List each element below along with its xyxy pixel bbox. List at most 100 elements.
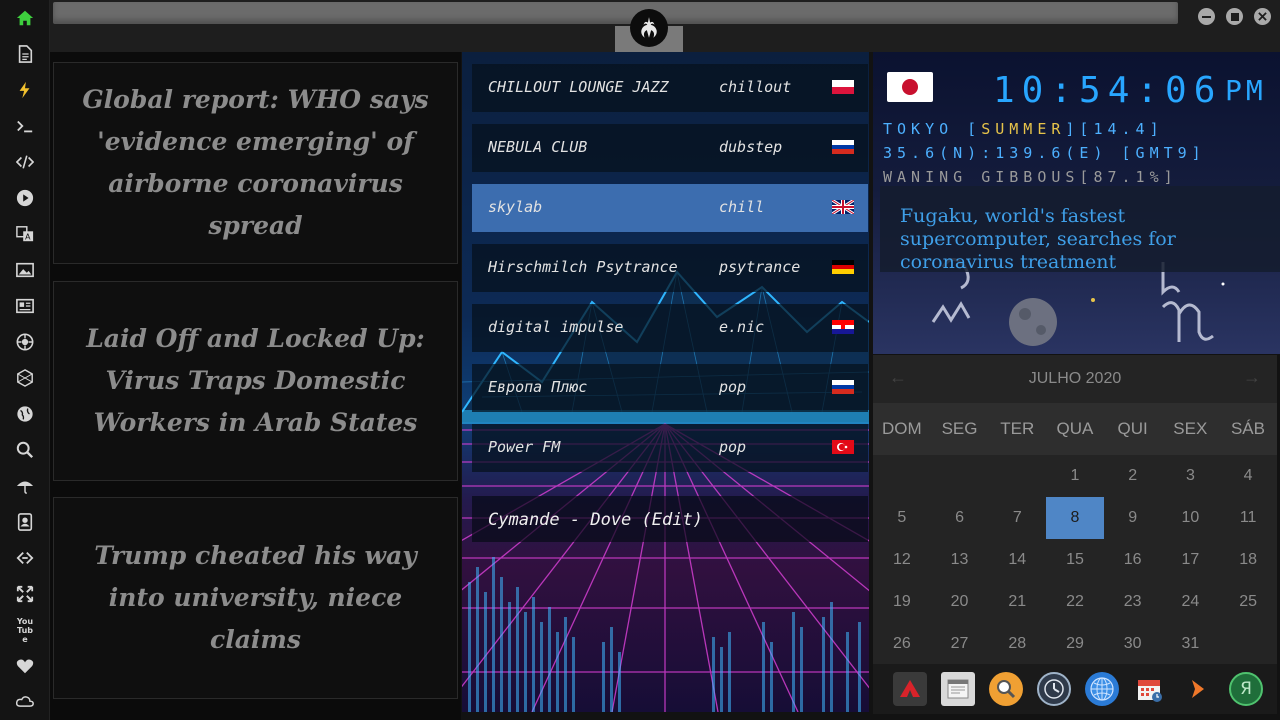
calendar-day-today[interactable]: 8 (1046, 497, 1104, 539)
arrow-app-icon[interactable] (1181, 672, 1215, 706)
calendar-day[interactable]: 11 (1219, 497, 1277, 539)
youtube-icon-label: You Tube (16, 616, 34, 644)
calendar-day[interactable]: 9 (1104, 497, 1162, 539)
globe-app-icon[interactable] (1085, 672, 1119, 706)
calendar-day[interactable]: 4 (1219, 455, 1277, 497)
calendar-day[interactable]: 7 (988, 497, 1046, 539)
weekday-label: SEG (941, 419, 978, 438)
headline-text: Fugaku, world's fastest supercomputer, s… (900, 205, 1176, 273)
cloud-icon[interactable] (13, 690, 37, 714)
station-name: skylab (488, 198, 543, 216)
calendar-day[interactable]: 18 (1219, 539, 1277, 581)
umbrella-icon[interactable] (13, 474, 37, 498)
calendar-day[interactable]: 3 (1162, 455, 1220, 497)
station-row[interactable]: Европа Плюс pop (472, 364, 868, 412)
calendar-day[interactable]: 30 (1104, 623, 1162, 665)
calendar-day[interactable]: 5 (873, 497, 931, 539)
globe-icon[interactable] (13, 402, 37, 426)
station-genre: chill (719, 198, 765, 216)
calendar-day[interactable]: 16 (1104, 539, 1162, 581)
flag-germany-icon (832, 260, 854, 274)
image-icon[interactable] (13, 258, 37, 282)
yandex-icon[interactable]: Я (1229, 672, 1263, 706)
calendar-day[interactable]: 27 (931, 623, 989, 665)
moon-phase-line: WANING GIBBOUS[87.1%] (883, 168, 1178, 186)
location-suffix: ][14.4] (1065, 120, 1164, 138)
station-row-selected[interactable]: skylab chill (472, 184, 868, 232)
home-icon[interactable] (13, 6, 37, 30)
station-row[interactable]: Power FM pop (472, 424, 868, 472)
svg-text:A: A (25, 231, 31, 241)
clock-app-icon[interactable] (1037, 672, 1071, 706)
location-line: TOKYO [SUMMER][14.4] (883, 120, 1164, 138)
station-genre: pop (719, 378, 747, 396)
heart-icon[interactable] (13, 654, 37, 678)
calendar-day[interactable]: 14 (988, 539, 1046, 581)
weekday-label: QUI (1117, 419, 1148, 438)
calendar-day[interactable]: 26 (873, 623, 931, 665)
calendar-day[interactable]: 1 (1046, 455, 1104, 497)
station-genre: dubstep (719, 138, 783, 156)
calendar-day[interactable]: 29 (1046, 623, 1104, 665)
desktop: A You Tube Global report: WHO says 'evid… (0, 0, 1280, 720)
station-name: Power FM (488, 438, 561, 456)
play-icon[interactable] (13, 186, 37, 210)
yandex-letter: Я (1240, 679, 1252, 699)
news-card[interactable]: Global report: WHO says 'evidence emergi… (53, 62, 458, 264)
calendar-day[interactable]: 28 (988, 623, 1046, 665)
flag-uk-icon (832, 200, 854, 214)
search-app-icon[interactable] (989, 672, 1023, 706)
close-button[interactable] (1254, 8, 1271, 25)
rebel-alliance-logo (630, 9, 668, 47)
youtube-icon[interactable]: You Tube (13, 616, 37, 644)
news-card[interactable]: Trump cheated his way into university, n… (53, 497, 458, 699)
app-dock: Я (873, 664, 1277, 714)
calendar-day[interactable]: 20 (931, 581, 989, 623)
next-month-button[interactable]: → (1243, 367, 1261, 388)
calendar-app-icon[interactable] (1133, 672, 1167, 706)
aperture-icon[interactable] (13, 330, 37, 354)
calendar-day[interactable]: 25 (1219, 581, 1277, 623)
calendar-day[interactable]: 17 (1162, 539, 1220, 581)
calendar-day[interactable]: 13 (931, 539, 989, 581)
terminal-icon[interactable] (13, 114, 37, 138)
station-row[interactable]: NEBULA CLUB dubstep (472, 124, 868, 172)
prev-month-button[interactable]: ← (889, 367, 907, 388)
calendar-day[interactable]: 6 (931, 497, 989, 539)
icon-sidebar: A You Tube (0, 0, 50, 720)
station-row[interactable]: digital impulse e.nic (472, 304, 868, 352)
address-bar[interactable] (53, 2, 1178, 24)
calendar-day[interactable]: 12 (873, 539, 931, 581)
search-icon[interactable] (13, 438, 37, 462)
clock-time: 10:54:06 (993, 70, 1223, 111)
translate-icon[interactable]: A (13, 222, 37, 246)
expand-icon[interactable] (13, 582, 37, 606)
hexagon-icon[interactable] (13, 366, 37, 390)
calendar-day[interactable]: 10 (1162, 497, 1220, 539)
document-icon[interactable] (13, 42, 37, 66)
calendar-day[interactable]: 24 (1162, 581, 1220, 623)
station-row[interactable]: Hirschmilch Psytrance psytrance (472, 244, 868, 292)
headline-box[interactable]: Fugaku, world's fastest supercomputer, s… (880, 186, 1280, 273)
minimize-button[interactable] (1198, 8, 1215, 25)
flag-poland-icon (832, 80, 854, 94)
calendar-day[interactable]: 31 (1162, 623, 1220, 665)
calendar-widget-icon[interactable] (941, 672, 975, 706)
code-icon[interactable] (13, 150, 37, 174)
station-row[interactable]: CHILLOUT LOUNGE JAZZ chillout (472, 64, 868, 112)
calendar-day[interactable]: 23 (1104, 581, 1162, 623)
news-card[interactable]: Laid Off and Locked Up: Virus Traps Dome… (53, 281, 458, 481)
station-name: Европа Плюс (488, 378, 588, 396)
bolt-icon[interactable] (13, 78, 37, 102)
news-icon[interactable] (13, 294, 37, 318)
calendar-day[interactable]: 2 (1104, 455, 1162, 497)
maximize-button[interactable] (1226, 8, 1243, 25)
season-label: SUMMER (981, 120, 1066, 138)
contacts-icon[interactable] (13, 510, 37, 534)
link-icon[interactable] (13, 546, 37, 570)
calendar-day[interactable]: 19 (873, 581, 931, 623)
rebel-app-icon[interactable] (893, 672, 927, 706)
calendar-day[interactable]: 22 (1046, 581, 1104, 623)
calendar-day[interactable]: 15 (1046, 539, 1104, 581)
calendar-day[interactable]: 21 (988, 581, 1046, 623)
